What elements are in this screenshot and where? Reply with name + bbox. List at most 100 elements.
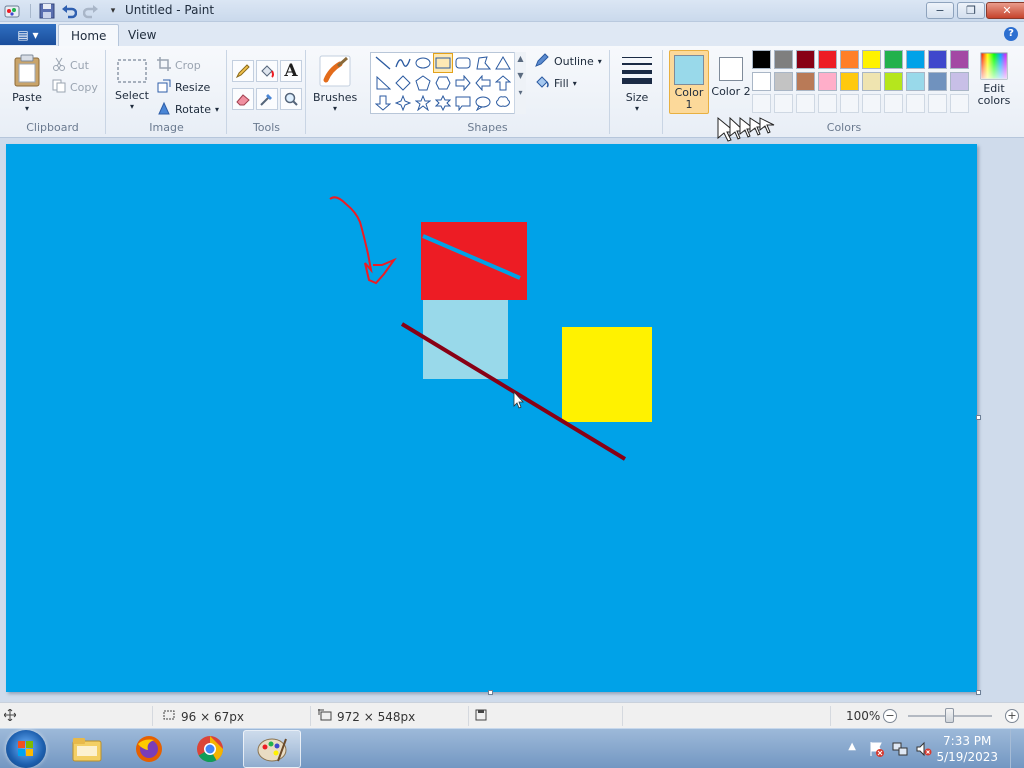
curve-shape-icon[interactable] [393,53,413,73]
scroll-up-icon[interactable]: ▲ [515,54,526,63]
down-arrow-shape-icon[interactable] [373,93,393,113]
cut-button[interactable]: Cut [52,56,89,74]
line-shape-icon[interactable] [373,53,393,73]
fill-button[interactable]: Fill ▾ [534,74,577,92]
edit-colors-button[interactable]: Edit colors [976,52,1012,107]
left-arrow-shape-icon[interactable] [473,73,493,93]
palette-color-swatch[interactable] [862,72,881,91]
palette-color-swatch[interactable] [906,72,925,91]
paint-app-icon[interactable] [4,3,20,19]
brushes-button[interactable]: Brushes ▾ [313,54,357,113]
palette-color-swatch[interactable] [950,72,969,91]
color2-button[interactable]: Color 2 [711,50,751,114]
gallery-expand-icon[interactable]: ▾ [515,88,526,97]
canvas-resize-handle-bottom[interactable] [488,690,493,695]
select-button[interactable]: Select ▾ [113,54,151,111]
palette-custom-slot[interactable] [906,94,925,113]
palette-color-swatch[interactable] [796,50,815,69]
rectangle-shape-icon[interactable] [433,53,453,73]
palette-color-swatch[interactable] [752,50,771,69]
palette-color-swatch[interactable] [884,50,903,69]
customize-quick-access-icon[interactable]: ▾ [105,3,121,19]
scroll-down-icon[interactable]: ▼ [515,71,526,80]
drawing-canvas[interactable] [6,144,977,692]
redo-icon[interactable] [82,3,99,19]
palette-color-swatch[interactable] [906,50,925,69]
tab-view[interactable]: View [116,24,168,46]
palette-custom-slot[interactable] [950,94,969,113]
palette-color-swatch[interactable] [862,50,881,69]
right-arrow-shape-icon[interactable] [453,73,473,93]
palette-color-swatch[interactable] [796,72,815,91]
palette-color-swatch[interactable] [840,50,859,69]
rotate-button[interactable]: Rotate ▾ [157,100,219,118]
outline-button[interactable]: Outline ▾ [534,52,602,70]
right-triangle-shape-icon[interactable] [373,73,393,93]
maximize-button[interactable]: ❐ [957,2,985,19]
palette-custom-slot[interactable] [752,94,771,113]
canvas-resize-handle-right[interactable] [976,415,981,420]
palette-color-swatch[interactable] [774,50,793,69]
palette-color-swatch[interactable] [840,72,859,91]
palette-color-swatch[interactable] [818,50,837,69]
zoom-slider-thumb[interactable] [945,708,954,723]
zoom-out-button[interactable]: − [883,709,897,723]
palette-color-swatch[interactable] [818,72,837,91]
minimize-button[interactable]: − [926,2,954,19]
show-desktop-button[interactable] [1010,729,1024,768]
magnifier-icon[interactable] [280,88,302,110]
color1-button[interactable]: Color 1 [669,50,709,114]
fill-bucket-icon[interactable] [256,60,278,82]
palette-custom-slot[interactable] [840,94,859,113]
palette-custom-slot[interactable] [884,94,903,113]
resize-button[interactable]: Resize [157,78,210,96]
palette-custom-slot[interactable] [774,94,793,113]
pentagon-shape-icon[interactable] [413,73,433,93]
palette-color-swatch[interactable] [928,50,947,69]
six-point-star-shape-icon[interactable] [433,93,453,113]
paste-button[interactable]: Paste ▾ [8,54,46,113]
close-button[interactable]: ✕ [986,2,1024,19]
network-icon[interactable] [892,741,908,760]
shapes-scrollbar[interactable]: ▲ ▼ ▾ [514,52,526,114]
palette-color-swatch[interactable] [884,72,903,91]
volume-muted-icon[interactable] [916,741,932,760]
start-button[interactable] [6,730,46,768]
palette-color-swatch[interactable] [950,50,969,69]
copy-button[interactable]: Copy [52,78,98,96]
undo-icon[interactable] [61,3,78,19]
help-icon[interactable]: ? [1004,27,1018,41]
taskbar-explorer[interactable] [58,730,116,768]
triangle-shape-icon[interactable] [493,53,513,73]
up-arrow-shape-icon[interactable] [493,73,513,93]
hexagon-shape-icon[interactable] [433,73,453,93]
taskbar-firefox[interactable] [120,730,178,768]
rounded-rectangle-shape-icon[interactable] [453,53,473,73]
show-hidden-icons-icon[interactable]: ▲ [848,741,856,752]
polygon-shape-icon[interactable] [473,53,493,73]
four-point-star-shape-icon[interactable] [393,93,413,113]
palette-custom-slot[interactable] [796,94,815,113]
palette-custom-slot[interactable] [862,94,881,113]
pencil-icon[interactable] [232,60,254,82]
taskbar-paint[interactable] [243,730,301,768]
cloud-callout-shape-icon[interactable] [493,93,513,113]
color-picker-icon[interactable] [256,88,278,110]
taskbar-clock[interactable]: 7:33 PM 5/19/2023 [936,733,998,765]
palette-color-swatch[interactable] [928,72,947,91]
eraser-icon[interactable] [232,88,254,110]
action-center-icon[interactable] [868,741,884,760]
crop-button[interactable]: Crop [157,56,201,74]
rectangular-callout-shape-icon[interactable] [453,93,473,113]
diamond-shape-icon[interactable] [393,73,413,93]
palette-color-swatch[interactable] [752,72,771,91]
text-tool-icon[interactable]: A [280,60,302,82]
palette-custom-slot[interactable] [818,94,837,113]
five-point-star-shape-icon[interactable] [413,93,433,113]
tab-home[interactable]: Home [58,24,120,46]
palette-custom-slot[interactable] [928,94,947,113]
zoom-in-button[interactable]: + [1005,709,1019,723]
oval-callout-shape-icon[interactable] [473,93,493,113]
file-menu-button[interactable]: ▤ ▾ [0,24,56,45]
taskbar-chrome[interactable] [181,730,239,768]
